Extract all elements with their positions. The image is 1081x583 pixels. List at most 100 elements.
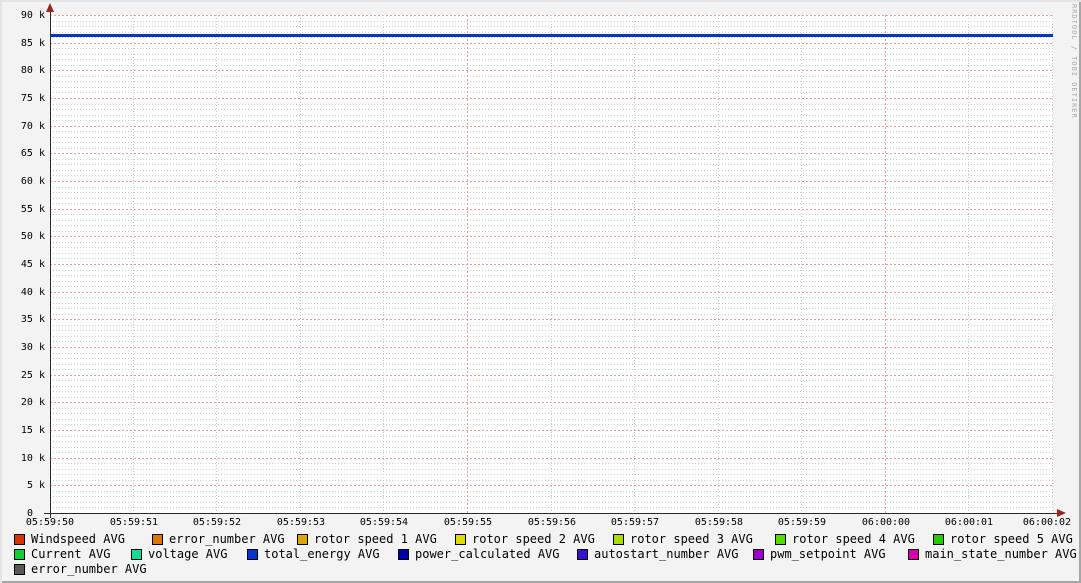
x-axis-arrow-icon [1057,509,1066,517]
legend-label: pwm_setpoint AVG [770,547,886,561]
v-gridline-minor [133,15,134,513]
h-gridline-minor [50,187,1053,188]
y-tick-label: 60 k [20,176,45,187]
legend-label: rotor speed 3 AVG [630,532,753,546]
legend-label: total_energy AVG [264,547,380,561]
legend-swatch-icon [455,534,466,545]
h-gridline-major [50,264,1053,265]
v-gridline-minor [383,15,384,513]
y-axis-arrow-icon [46,3,54,12]
h-gridline-minor [50,225,1053,226]
h-gridline-major [50,375,1053,376]
h-gridline-minor [50,131,1053,132]
x-tick-label: 05:59:51 [109,517,159,528]
h-gridline-minor [50,26,1053,27]
legend-label: rotor speed 4 AVG [792,532,915,546]
x-tick-label: 05:59:57 [610,517,660,528]
legend-swatch-icon [398,549,409,560]
series-line-total-energy [50,34,1053,37]
h-gridline-minor [50,37,1053,38]
legend-label: voltage AVG [148,547,228,561]
h-gridline-minor [50,391,1053,392]
h-gridline-minor [50,275,1053,276]
h-gridline-minor [50,408,1053,409]
legend-label: rotor speed 5 AVG [950,532,1073,546]
x-tick-label: 05:59:50 [25,517,75,528]
h-gridline-minor [50,247,1053,248]
h-gridline-minor [50,369,1053,370]
h-gridline-minor [50,364,1053,365]
h-gridline-minor [50,270,1053,271]
h-gridline-major [50,15,1053,16]
legend-swatch-icon [14,549,25,560]
legend-label: rotor speed 1 AVG [314,532,437,546]
h-gridline-minor [50,380,1053,381]
h-gridline-major [50,292,1053,293]
h-gridline-minor [50,198,1053,199]
h-gridline-minor [50,424,1053,425]
h-gridline-minor [50,436,1053,437]
h-gridline-minor [50,469,1053,470]
v-gridline-minor [551,15,552,513]
y-tick-label: 80 k [20,65,45,76]
h-gridline-major [50,153,1053,154]
h-gridline-minor [50,386,1053,387]
legend-swatch-icon [753,549,764,560]
v-gridline-minor [968,15,969,513]
h-gridline-minor [50,253,1053,254]
legend-swatch-icon [14,534,25,545]
h-gridline-major [50,43,1053,44]
h-gridline-minor [50,447,1053,448]
h-gridline-minor [50,164,1053,165]
h-gridline-minor [50,21,1053,22]
h-gridline-major [50,319,1053,320]
x-tick-label: 06:00:01 [944,517,994,528]
h-gridline-minor [50,159,1053,160]
v-gridline-major [885,15,886,513]
h-gridline-minor [50,325,1053,326]
h-gridline-minor [50,214,1053,215]
v-gridline-minor [300,15,301,513]
h-gridline-major [50,181,1053,182]
y-tick-label: 20 k [20,397,45,408]
h-gridline-minor [50,358,1053,359]
y-tick-label: 65 k [20,148,45,159]
h-gridline-minor [50,419,1053,420]
h-gridline-minor [50,170,1053,171]
h-gridline-minor [50,175,1053,176]
h-gridline-minor [50,76,1053,77]
h-gridline-major [50,458,1053,459]
v-gridline-major [467,15,468,513]
legend-label: error_number AVG [169,532,285,546]
h-gridline-minor [50,137,1053,138]
legend-swatch-icon [297,534,308,545]
h-gridline-minor [50,303,1053,304]
x-tick-label: 05:59:59 [777,517,827,528]
h-gridline-minor [50,104,1053,105]
v-gridline-minor [634,15,635,513]
y-tick-label: 85 k [20,38,45,49]
y-tick-label: 25 k [20,370,45,381]
h-gridline-minor [50,480,1053,481]
h-gridline-minor [50,308,1053,309]
legend-swatch-icon [613,534,624,545]
v-gridline-minor [1052,15,1053,513]
x-tick-label: 06:00:00 [861,517,911,528]
h-gridline-major [50,485,1053,486]
v-gridline-minor [216,15,217,513]
h-gridline-minor [50,65,1053,66]
legend-label: power_calculated AVG [415,547,560,561]
v-gridline-minor [801,15,802,513]
h-gridline-minor [50,463,1053,464]
y-tick-label: 30 k [20,342,45,353]
h-gridline-minor [50,48,1053,49]
h-gridline-minor [50,220,1053,221]
legend-swatch-icon [247,549,258,560]
h-gridline-minor [50,286,1053,287]
h-gridline-minor [50,491,1053,492]
legend-swatch-icon [933,534,944,545]
legend-label: Current AVG [31,547,111,561]
x-tick-label: 05:59:58 [694,517,744,528]
h-gridline-minor [50,92,1053,93]
h-gridline-minor [50,231,1053,232]
